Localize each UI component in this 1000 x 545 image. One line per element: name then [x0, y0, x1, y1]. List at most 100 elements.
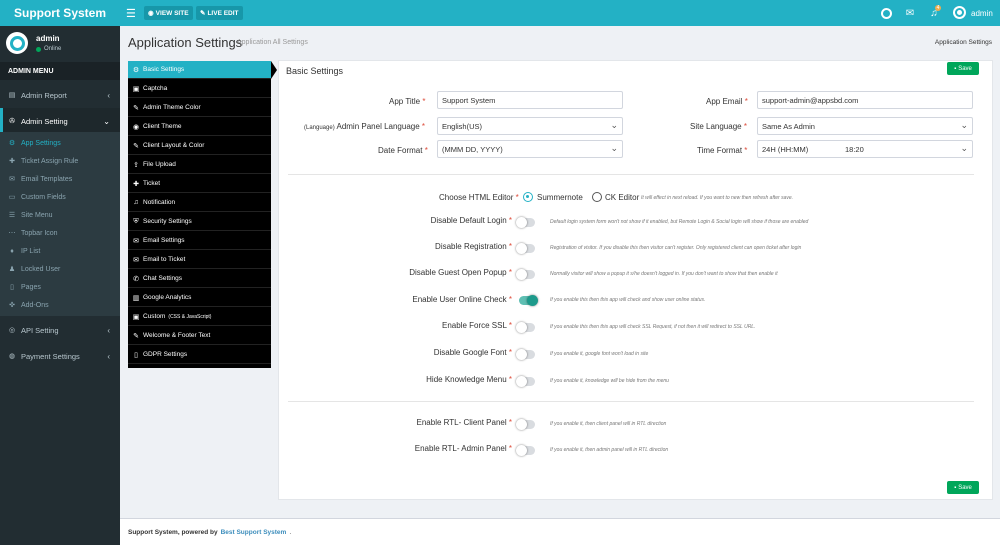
- chart-icon: ▤: [8, 92, 16, 99]
- sidebar-subitem-topbar-icon[interactable]: ⋯ Topbar Icon: [0, 224, 120, 242]
- sidebar-subitem-locked-user[interactable]: ♟ Locked User: [0, 260, 120, 278]
- tab-basic-settings[interactable]: ⚙ Basic Settings: [128, 61, 271, 79]
- site-language-label: Site Language *: [690, 122, 747, 131]
- toggle-label: Enable RTL- Admin Panel *: [414, 444, 512, 453]
- time-format-label: Time Format *: [697, 146, 748, 155]
- toggle-hint: If you enable it, then admin panel will …: [550, 447, 669, 453]
- sidebar-item-admin-report[interactable]: ▤ Admin Report ‹: [0, 82, 120, 108]
- status-circle-icon[interactable]: [879, 6, 893, 20]
- tab-notification[interactable]: ♫ Notification: [128, 194, 271, 212]
- sidebar-subitem-add-ons[interactable]: ✜ Add-Ons: [0, 296, 120, 314]
- ck-editor-radio[interactable]: [592, 192, 602, 202]
- admin-avatar[interactable]: [953, 6, 966, 19]
- toggle-hint: If you enable this then this app will ch…: [550, 324, 756, 330]
- mail-icon[interactable]: ✉: [903, 6, 917, 20]
- bell-icon[interactable]: ♫ 4: [927, 5, 941, 20]
- sidebar-subitem-email-templates[interactable]: ✉ Email Templates: [0, 170, 120, 188]
- brand-logo[interactable]: Support System: [0, 0, 120, 26]
- envelope-icon: ✉: [133, 256, 139, 264]
- site-language-select[interactable]: Same As Admin: [757, 117, 973, 135]
- user-online-check-toggle[interactable]: [519, 295, 538, 306]
- gear-icon: ⚙: [132, 66, 140, 74]
- code-icon: ▣: [132, 313, 140, 321]
- editor-hint: It will effect in next reload. If you wa…: [641, 195, 794, 201]
- sidebar-subitem-pages[interactable]: ▯ Pages: [0, 278, 120, 296]
- summernote-radio[interactable]: [523, 192, 533, 202]
- sidebar-subitem-ticket-assign-rule[interactable]: ✚ Ticket Assign Rule: [0, 152, 120, 170]
- tab-client-layout-color[interactable]: ✎ Client Layout & Color: [128, 137, 271, 155]
- disable-guest-popup-toggle[interactable]: [516, 269, 535, 280]
- app-email-input[interactable]: support-admin@appsbd.com: [757, 91, 973, 109]
- hide-knowledge-menu-toggle[interactable]: [516, 376, 535, 387]
- user-avatar: [6, 32, 28, 54]
- field-icon: ▭: [8, 194, 16, 201]
- gear-icon: ⚙: [8, 140, 16, 147]
- app-title-label: App Title *: [389, 97, 426, 106]
- toggle-label: Enable Force SSL *: [442, 321, 512, 330]
- footer-link[interactable]: Best Support System: [221, 529, 287, 536]
- tab-gdpr-settings[interactable]: ▯ GDPR Settings: [128, 346, 271, 364]
- wrench-icon: ✇: [9, 118, 15, 125]
- live-edit-button[interactable]: ✎ LIVE EDIT: [196, 6, 243, 20]
- tab-security-settings[interactable]: ⛨ Security Settings: [128, 213, 271, 231]
- force-ssl-toggle[interactable]: [516, 322, 535, 333]
- sidebar-item-api-setting[interactable]: ◎ API Setting ‹: [0, 317, 120, 343]
- toggle-hint: If you enable it, google font won't load…: [550, 351, 649, 357]
- envelope-icon: ✉: [9, 176, 15, 183]
- sidebar-item-admin-setting[interactable]: ✇ Admin Setting ⌄: [0, 108, 120, 134]
- view-site-button[interactable]: ◉ VIEW SITE: [144, 6, 193, 20]
- app-title-input[interactable]: Support System: [437, 91, 623, 109]
- save-button-top[interactable]: ▪ Save: [947, 62, 979, 75]
- upload-icon: ⇪: [133, 161, 139, 169]
- tab-email-settings[interactable]: ✉ Email Settings: [128, 232, 271, 250]
- admin-username[interactable]: admin: [971, 9, 993, 18]
- sidebar-subitem-site-menu[interactable]: ☰ Site Menu: [0, 206, 120, 224]
- rtl-client-panel-toggle[interactable]: [516, 419, 535, 430]
- breadcrumb[interactable]: Application Settings: [935, 39, 992, 46]
- footer-text: Support System, powered by: [128, 528, 218, 536]
- sidebar-subitem-ip-list[interactable]: ♦ IP List: [0, 242, 120, 260]
- disable-default-login-toggle[interactable]: [516, 217, 535, 228]
- tab-chat-settings[interactable]: ✆ Chat Settings: [128, 270, 271, 288]
- hamburger-icon[interactable]: ☰: [126, 7, 136, 20]
- toggle-label: Enable RTL- Client Panel *: [416, 418, 512, 427]
- disable-registration-toggle[interactable]: [516, 243, 535, 254]
- bar-chart-icon: ▥: [132, 294, 140, 302]
- tab-custom-css-js[interactable]: ▣ Custom (CSS & JavaScript): [128, 308, 271, 326]
- tab-admin-theme-color[interactable]: ✎ Admin Theme Color: [128, 99, 271, 117]
- captcha-icon: ▣: [132, 85, 140, 93]
- date-format-select[interactable]: (MMM DD, YYYY): [437, 140, 623, 158]
- settings-tab-nav: ⚙ Basic Settings ▣ Captcha ✎ Admin Theme Co…: [128, 61, 271, 368]
- tab-welcome-footer-text[interactable]: ✎ Welcome & Footer Text: [128, 327, 271, 345]
- document-icon: ▯: [134, 351, 138, 359]
- disable-google-font-toggle[interactable]: [516, 349, 535, 360]
- toggle-label: Disable Guest Open Popup *: [409, 268, 512, 277]
- sidebar-item-payment-settings[interactable]: ◍ Payment Settings ‹: [0, 343, 120, 369]
- save-button-bottom[interactable]: ▪ Save: [947, 481, 979, 494]
- page-subtitle: Application All Settings: [237, 39, 308, 46]
- tab-file-upload[interactable]: ⇪ File Upload: [128, 156, 271, 174]
- sidebar-subitem-custom-fields[interactable]: ▭ Custom Fields: [0, 188, 120, 206]
- edit-icon: ✎: [200, 10, 206, 17]
- rtl-admin-panel-toggle[interactable]: [516, 445, 535, 456]
- tab-ticket[interactable]: ✚ Ticket: [128, 175, 271, 193]
- toggle-hint: Default login system form won't not show…: [550, 219, 809, 225]
- notification-badge: 4: [935, 5, 941, 11]
- user-icon: ♟: [8, 266, 16, 273]
- panel-language-select[interactable]: English(US): [437, 117, 623, 135]
- toggle-hint: If you enable it, then client panel will…: [550, 421, 667, 427]
- chevron-down-icon: ⌄: [103, 116, 110, 126]
- tab-google-analytics[interactable]: ▥ Google Analytics: [128, 289, 271, 307]
- online-dot-icon: [36, 46, 41, 52]
- tab-captcha[interactable]: ▣ Captcha: [128, 80, 271, 98]
- brush-icon: ✎: [133, 104, 139, 112]
- sidebar-subitem-app-settings[interactable]: ⚙ App Settings: [0, 134, 120, 152]
- tab-client-theme[interactable]: ◉ Client Theme: [128, 118, 271, 136]
- api-icon: ◎: [8, 327, 16, 334]
- app-email-label: App Email *: [706, 97, 748, 106]
- panel-title: Basic Settings: [286, 66, 344, 76]
- time-format-select[interactable]: 24H (HH:MM) 18:20: [757, 140, 973, 158]
- tab-email-to-ticket[interactable]: ✉ Email to Ticket: [128, 251, 271, 269]
- toggle-label: Disable Default Login *: [430, 216, 512, 225]
- toggle-label: Enable User Online Check *: [412, 295, 512, 304]
